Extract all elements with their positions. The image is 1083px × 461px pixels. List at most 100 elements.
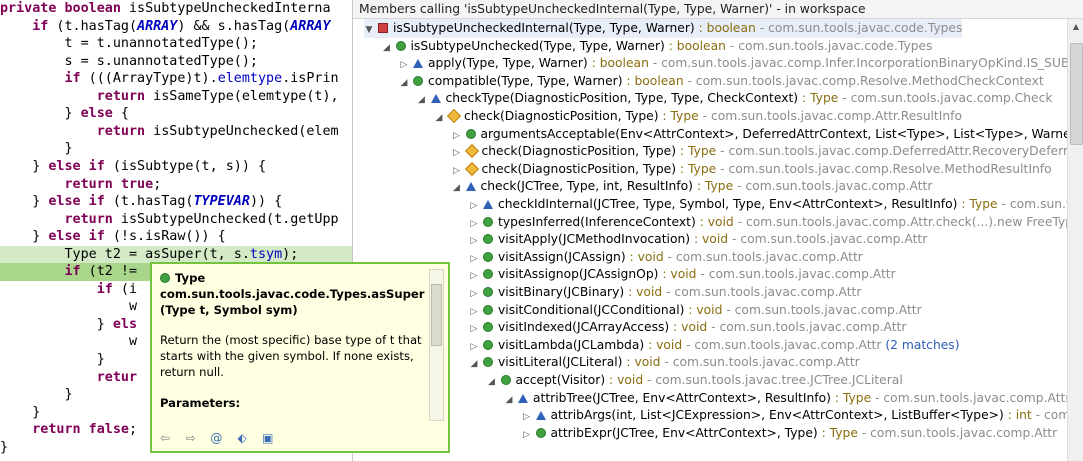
- code-line[interactable]: } else if (!s.isRaw()) {: [0, 228, 352, 246]
- tree-expander-icon[interactable]: ◢: [452, 179, 462, 198]
- code-line[interactable]: return isSubtypeUnchecked(t.getUpp: [0, 211, 352, 229]
- declaring-type: - com.sun.tools.javac.tree.JCTree.JCLite…: [643, 373, 903, 387]
- call-tree-item[interactable]: ◢ isSubtypeUnchecked(Type, Type, Warner) …: [382, 37, 933, 56]
- code-token: return true: [64, 176, 154, 192]
- public-method-icon: [483, 234, 493, 245]
- tree-expander-icon[interactable]: ▼: [364, 21, 374, 40]
- code-token: (!s.isRaw()) {: [104, 229, 226, 245]
- call-tree-item[interactable]: ◢ visitLiteral(JCLiteral) : void - com.su…: [469, 353, 860, 372]
- method-name: apply(Type, Type, Warner): [428, 56, 588, 71]
- declaring-type: - com.sun.tools.javac.comp.Attr: [722, 302, 922, 317]
- return-type: : void: [605, 373, 644, 387]
- return-type: : void: [669, 320, 708, 335]
- code-line[interactable]: if (((ArrayType)t).elemtype.isPrin: [0, 70, 352, 88]
- code-line[interactable]: } else {: [0, 105, 352, 123]
- javadoc-description: Return the (most specific) base type of …: [160, 333, 422, 379]
- call-tree-item[interactable]: ◢ attribTree(JCTree, Env<AttrContext>, Re…: [504, 389, 1071, 410]
- tree-expander-icon[interactable]: ◢: [434, 109, 444, 128]
- match-count: (2 matches): [881, 337, 960, 352]
- call-tree-item[interactable]: ▷ visitApply(JCMethodInvocation) : void -…: [469, 230, 928, 249]
- code-token: }: [0, 387, 73, 403]
- call-tree-item[interactable]: ▷ visitAssignop(JCAssignOp) : void - com.…: [469, 265, 896, 284]
- public-method-icon: [483, 304, 493, 315]
- scrollbar-thumb[interactable]: [1070, 43, 1083, 145]
- return-type: : void: [658, 267, 697, 282]
- code-line[interactable]: private boolean isSubtypeUncheckedIntern…: [0, 0, 352, 18]
- tree-expander-icon[interactable]: ◢: [417, 91, 427, 110]
- javadoc-scrollbar[interactable]: [429, 269, 444, 421]
- javadoc-scrollbar-thumb[interactable]: [431, 284, 442, 346]
- method-name: visitConditional(JCConditional): [498, 302, 685, 317]
- call-tree-item[interactable]: ◢ check(DiagnosticPosition, Type) : Type …: [434, 107, 962, 126]
- code-line[interactable]: } else if (isSubtype(t, s)) {: [0, 158, 352, 176]
- javadoc-hover-popup[interactable]: Type com.sun.tools.javac.code.Types.asSu…: [150, 262, 450, 453]
- tree-expander-icon[interactable]: ◢: [469, 355, 479, 374]
- call-tree-item[interactable]: ◢ checkType(DiagnosticPosition, Type, Typ…: [417, 89, 1052, 110]
- tree-expander-icon[interactable]: ◢: [399, 74, 409, 93]
- code-token: );: [282, 246, 299, 262]
- call-tree-item[interactable]: ▷ check(DiagnosticPosition, Type) : Type …: [452, 160, 1052, 179]
- return-type: : int: [1003, 408, 1032, 423]
- forward-icon[interactable]: ⇨: [182, 429, 200, 445]
- call-tree-item[interactable]: ▷ check(DiagnosticPosition, Type) : Type …: [452, 142, 1083, 161]
- call-tree-item[interactable]: ▷ visitAssign(JCAssign) : void - com.sun.…: [469, 248, 863, 267]
- return-type: : Type: [676, 161, 717, 176]
- call-tree-item[interactable]: ▷ typesInferred(InferenceContext) : void …: [469, 213, 1083, 232]
- open-declaration-icon[interactable]: ⬖: [233, 429, 251, 445]
- call-hierarchy-view[interactable]: Members calling 'isSubtypeUncheckedInter…: [352, 0, 1083, 461]
- vertical-scrollbar[interactable]: ▲: [1067, 19, 1083, 461]
- javadoc-content: Type com.sun.tools.javac.code.Types.asSu…: [160, 270, 425, 410]
- return-type: : boolean: [664, 38, 726, 53]
- call-tree-item[interactable]: ▼ isSubtypeUncheckedInternal(Type, Type, …: [364, 19, 963, 40]
- declaring-type: - com.sun.tools.javac.comp.Attr: [662, 285, 862, 299]
- method-name: check(DiagnosticPosition, Type): [481, 144, 677, 159]
- code-line[interactable]: return isSameType(elemtype(t),: [0, 88, 352, 106]
- code-line[interactable]: Type t2 = asSuper(t, s.tsym);: [0, 245, 352, 264]
- code-token: (t.hasTag(: [48, 18, 138, 34]
- code-line[interactable]: }: [0, 140, 352, 158]
- code-token: (t.hasTag(: [104, 194, 194, 210]
- call-tree-item[interactable]: ▷ checkIdInternal(JCTree, Type, Symbol, T…: [469, 195, 1083, 214]
- code-token: }: [0, 194, 49, 210]
- call-tree-item[interactable]: ▷ visitBinary(JCBinary) : void - com.sun.…: [469, 283, 862, 302]
- call-tree-item[interactable]: ▷ attribExpr(JCTree, Env<AttrContext>, Ty…: [522, 424, 1057, 445]
- method-name: isSubtypeUnchecked(Type, Type, Warner): [410, 38, 665, 53]
- code-line[interactable]: return true;: [0, 176, 352, 194]
- code-line[interactable]: return isSubtypeUnchecked(elem: [0, 123, 352, 141]
- call-tree-item[interactable]: ◢ check(JCTree, Type, int, ResultInfo) : …: [452, 177, 932, 198]
- open-javadoc-view-icon[interactable]: ▣: [259, 429, 277, 445]
- code-token: tsym: [249, 246, 283, 262]
- declaring-type: - com.sun.tools.javac.code.Types: [725, 38, 933, 53]
- code-line[interactable]: if (t.hasTag(ARRAY) && s.hasTag(ARRAY: [0, 18, 352, 36]
- tree-expander-icon[interactable]: ◢: [487, 373, 497, 392]
- call-tree-item[interactable]: ◢ compatible(Type, Type, Warner) : boolea…: [399, 72, 1044, 91]
- tree-expander-icon[interactable]: ◢: [382, 39, 392, 58]
- call-tree-item[interactable]: ▷ attribArgs(int, List<JCExpression>, Env…: [522, 406, 1083, 425]
- public-method-icon: [483, 251, 493, 262]
- at-icon[interactable]: @: [207, 429, 225, 445]
- call-tree-item[interactable]: ▷ visitIndexed(JCArrayAccess) : void - co…: [469, 318, 907, 337]
- code-token: isSubtypeUncheckedInterna: [120, 1, 331, 16]
- code-line[interactable]: t = t.unannotatedType();: [0, 35, 352, 53]
- declaring-type: - com.sun.tools.javac.comp.Infer.Incorpo…: [648, 56, 1083, 71]
- public-method-icon: [483, 357, 493, 368]
- declaring-type: - com.sun.tools.javac.comp.Attr: [707, 320, 907, 335]
- call-tree-item[interactable]: ▷ argumentsAcceptable(Env<AttrContext>, D…: [452, 125, 1083, 144]
- tree-expander-icon[interactable]: ▷: [522, 426, 532, 445]
- protected-method-icon: [518, 393, 528, 403]
- back-icon[interactable]: ⇦: [156, 429, 174, 445]
- return-type: : void: [622, 355, 661, 370]
- call-tree-item[interactable]: ◢ accept(Visitor) : void - com.sun.tools.…: [487, 371, 903, 390]
- code-line[interactable]: s = s.unannotatedType();: [0, 53, 352, 71]
- declaring-type: - com.sun.tools.javac.comp.Attr: [663, 249, 863, 264]
- call-tree-item[interactable]: ▷ visitLambda(JCLambda) : void - com.sun.…: [469, 336, 960, 355]
- code-token: }: [0, 352, 105, 367]
- code-line[interactable]: } else if (t.hasTag(TYPEVAR)) {: [0, 193, 352, 211]
- tree-expander-icon[interactable]: ◢: [504, 391, 514, 410]
- call-tree-item[interactable]: ▷ visitConditional(JCConditional) : void …: [469, 301, 922, 320]
- method-name: argumentsAcceptable(Env<AttrContext>, De…: [480, 126, 1081, 141]
- call-tree-item[interactable]: ▷ apply(Type, Type, Warner) : boolean - c…: [399, 54, 1083, 73]
- default-method-icon: [464, 144, 479, 159]
- scroll-up-arrow-icon[interactable]: ▲: [1068, 19, 1083, 35]
